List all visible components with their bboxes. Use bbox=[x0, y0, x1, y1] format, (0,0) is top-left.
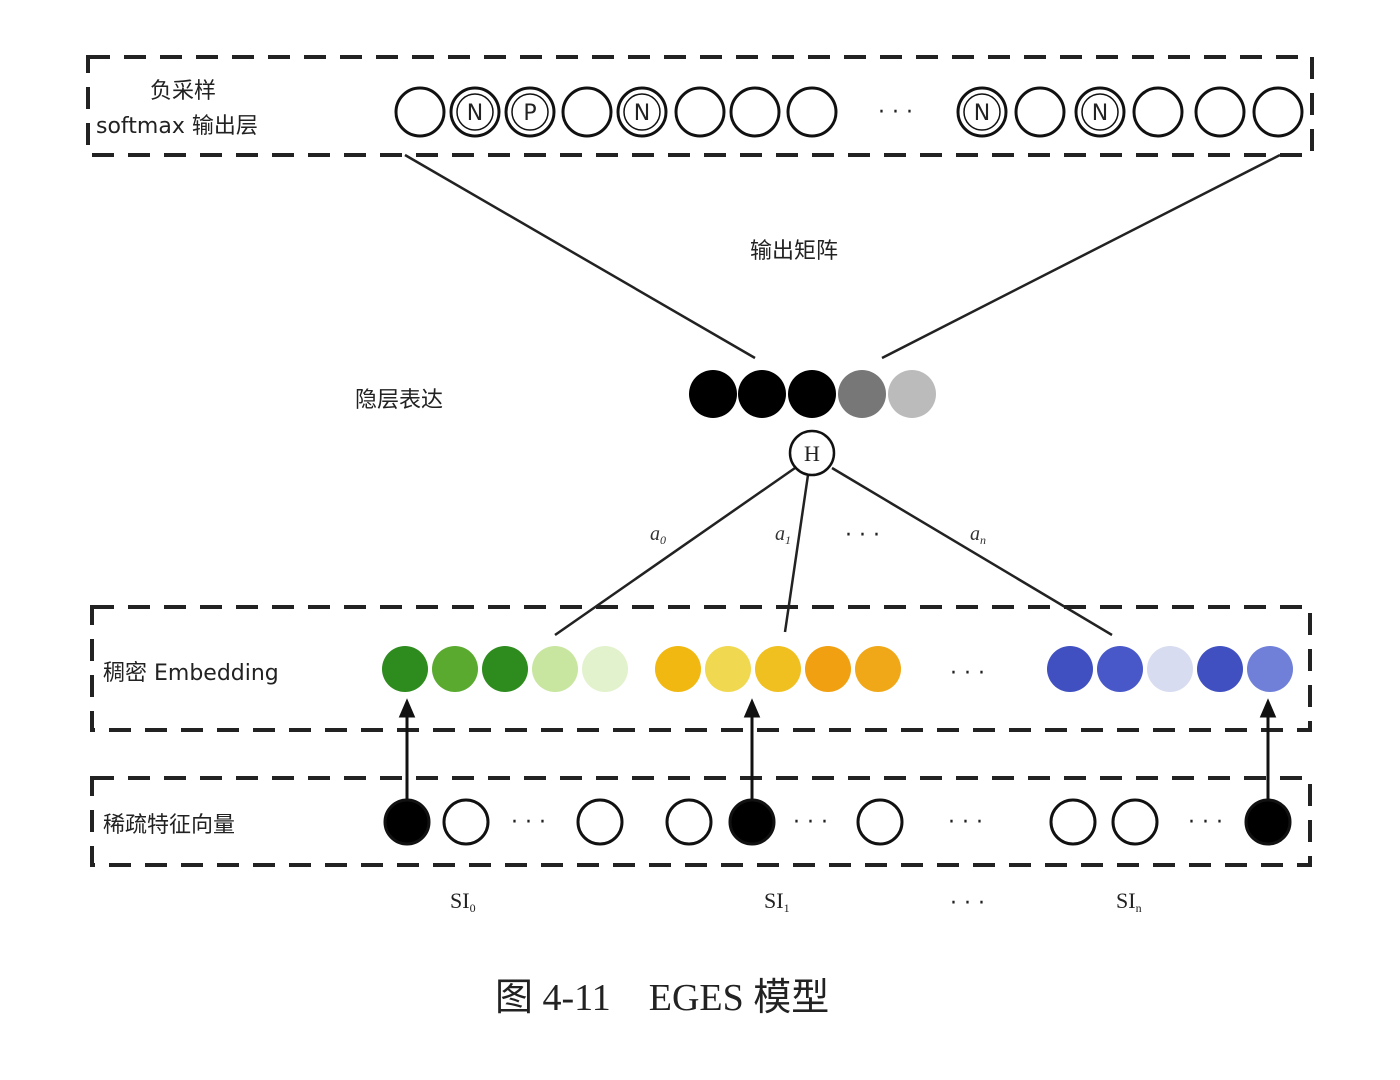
embedding-node-green bbox=[582, 646, 628, 692]
output-node bbox=[674, 86, 726, 138]
output-node bbox=[1132, 86, 1184, 138]
sparse-ellipsis: · · · bbox=[1188, 810, 1223, 835]
sparse-node-inactive bbox=[576, 798, 624, 846]
sparse-ellipsis: · · · bbox=[511, 810, 546, 835]
side-info-0: SI0 bbox=[450, 888, 476, 915]
output-node bbox=[729, 86, 781, 138]
output-node bbox=[1252, 86, 1304, 138]
sparse-ellipsis: · · · bbox=[793, 810, 828, 835]
output-node-letter: N bbox=[1092, 101, 1108, 126]
hidden-node bbox=[838, 370, 886, 418]
output-node-letter: N bbox=[634, 101, 650, 126]
weight-ellipsis: · · · bbox=[845, 523, 880, 548]
dense-embedding-label: 稠密 Embedding bbox=[103, 661, 279, 686]
embedding-node-yellow bbox=[755, 646, 801, 692]
sparse-node-inactive bbox=[442, 798, 490, 846]
sparse-node-active bbox=[383, 798, 431, 846]
output-node bbox=[786, 86, 838, 138]
figure-caption: 图 4-11 EGES 模型 bbox=[495, 977, 829, 1019]
sparse-node-inactive bbox=[1111, 798, 1159, 846]
hidden-node bbox=[689, 370, 737, 418]
h-node-label: H bbox=[804, 441, 820, 466]
arrow-head-icon bbox=[743, 698, 761, 718]
diagram-canvas: N P N · · · N N H · · · · · · · · · · · · 负采样 soft… bbox=[86, 55, 1314, 1019]
arrow-head-icon bbox=[398, 698, 416, 718]
embedding-node-yellow bbox=[655, 646, 701, 692]
sparse-node-inactive bbox=[1049, 798, 1097, 846]
sparse-node-active bbox=[728, 798, 776, 846]
sparse-node-inactive bbox=[856, 798, 904, 846]
hidden-layer-label: 隐层表达 bbox=[355, 388, 443, 413]
output-node bbox=[394, 86, 446, 138]
side-info-n: SIn bbox=[1116, 888, 1142, 915]
embedding-node-green bbox=[482, 646, 528, 692]
hidden-node bbox=[788, 370, 836, 418]
sparse-node-inactive bbox=[665, 798, 713, 846]
softmax-output-label: softmax 输出层 bbox=[96, 114, 258, 139]
embedding-node-green bbox=[382, 646, 428, 692]
side-info-ellipsis: · · · bbox=[950, 891, 985, 916]
weight-an: an bbox=[970, 523, 986, 547]
output-matrix-label: 输出矩阵 bbox=[750, 239, 838, 264]
output-ellipsis: · · · bbox=[878, 100, 913, 125]
output-node-letter: P bbox=[523, 101, 536, 126]
embedding-node-green bbox=[532, 646, 578, 692]
hidden-node bbox=[738, 370, 786, 418]
weight-a0: a0 bbox=[650, 523, 666, 547]
output-node bbox=[1194, 86, 1246, 138]
eges-diagram: N P N · · · N N H · · · · · · · · · · · · 负采样 soft… bbox=[0, 0, 1400, 1080]
weight-line-an bbox=[831, 466, 1113, 637]
arrow-head-icon bbox=[1259, 698, 1277, 718]
negative-sampling-label: 负采样 bbox=[150, 79, 216, 104]
sparse-node-active bbox=[1244, 798, 1292, 846]
embedding-node-green bbox=[432, 646, 478, 692]
embedding-node-yellow bbox=[855, 646, 901, 692]
weight-a1: a1 bbox=[775, 523, 791, 547]
embedding-node-yellow bbox=[705, 646, 751, 692]
output-matrix-line-right bbox=[881, 153, 1281, 360]
embedding-node-blue bbox=[1247, 646, 1293, 692]
output-matrix-line-left bbox=[404, 153, 756, 360]
embedding-ellipsis: · · · bbox=[950, 661, 985, 686]
embedding-node-blue bbox=[1047, 646, 1093, 692]
embedding-node-blue bbox=[1147, 646, 1193, 692]
output-node-letter: N bbox=[974, 101, 990, 126]
output-node bbox=[561, 86, 613, 138]
sparse-ellipsis: · · · bbox=[948, 810, 983, 835]
sparse-features-label: 稀疏特征向量 bbox=[103, 813, 235, 838]
embedding-node-blue bbox=[1097, 646, 1143, 692]
embedding-node-yellow bbox=[805, 646, 851, 692]
output-node bbox=[1014, 86, 1066, 138]
output-node-letter: N bbox=[467, 101, 483, 126]
side-info-1: SI1 bbox=[764, 888, 790, 915]
hidden-node bbox=[888, 370, 936, 418]
embedding-node-blue bbox=[1197, 646, 1243, 692]
weight-line-a0 bbox=[554, 466, 796, 637]
